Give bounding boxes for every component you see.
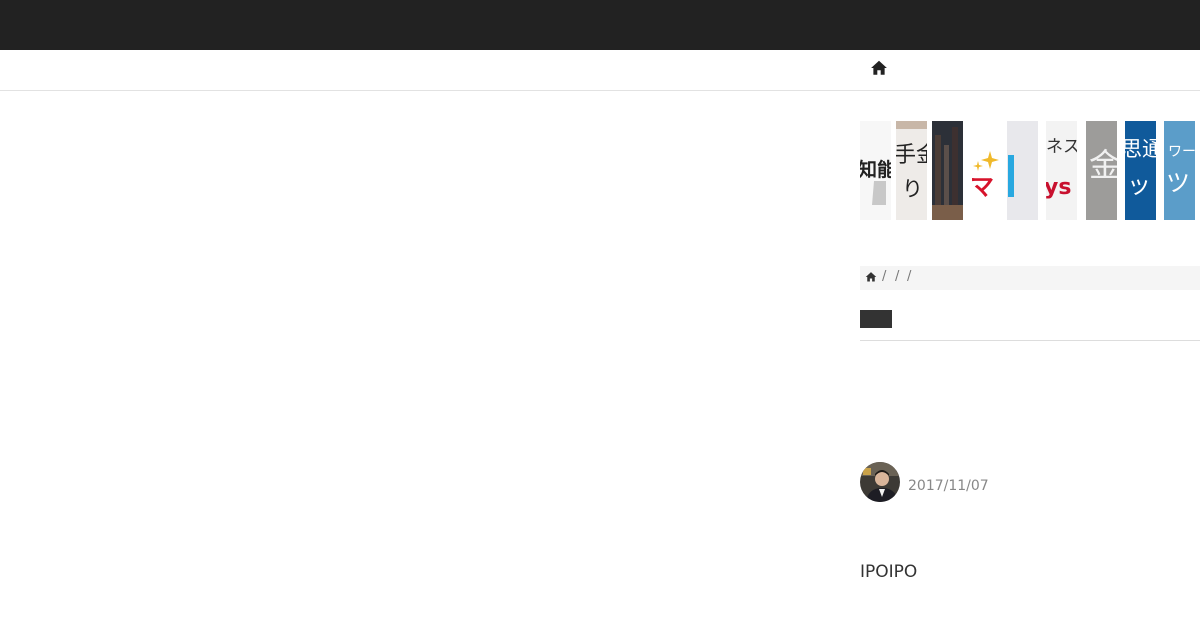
thumbnail-7[interactable]: 金 <box>1086 121 1117 220</box>
thumbnail-4[interactable]: マ <box>968 121 999 220</box>
thumbnail-1-text: 知能 <box>860 159 891 181</box>
breadcrumb-separator: / <box>882 269 887 284</box>
post-thumbnail-slider: 知能 手金 り マ ネス ys 金 思通 ッ ワー ツ <box>860 121 1200 220</box>
thumbnail-8-text: 思通 <box>1125 137 1156 161</box>
thumbnail-2-header <box>896 121 927 129</box>
thumbnail-9-text-2: ツ <box>1166 169 1190 197</box>
breadcrumb: / / / <box>860 266 1200 290</box>
category-badge[interactable] <box>860 310 892 328</box>
author-avatar[interactable] <box>860 462 900 502</box>
thumbnail-2-text-2: り <box>902 177 923 201</box>
sparkle-icon <box>973 151 999 171</box>
thumbnail-6-text-2: ys <box>1046 175 1072 200</box>
home-icon[interactable] <box>865 271 877 283</box>
thumbnail-2-text: 手金 <box>896 143 927 168</box>
home-icon[interactable] <box>870 59 888 77</box>
thumbnail-6-text: ネス <box>1046 137 1077 157</box>
thumbnail-8[interactable]: 思通 ッ <box>1125 121 1156 220</box>
thumbnail-2[interactable]: 手金 り <box>896 121 927 220</box>
thumbnail-4-text: マ <box>970 173 994 201</box>
thumbnail-7-text: 金 <box>1089 146 1117 184</box>
thumbnail-5-bar <box>1008 155 1014 197</box>
thumbnail-3[interactable] <box>932 121 963 220</box>
thumbnail-8-text-2: ッ <box>1127 171 1151 199</box>
breadcrumb-separator: / <box>895 269 900 284</box>
thumbnail-5[interactable] <box>1007 121 1038 220</box>
thumbnail-3-art <box>932 127 963 220</box>
title-divider <box>860 340 1200 341</box>
post-body-text: IPOIPO <box>860 562 918 582</box>
breadcrumb-separator: / <box>907 269 912 284</box>
thumbnail-1[interactable]: 知能 <box>860 121 891 220</box>
thumbnail-6[interactable]: ネス ys <box>1046 121 1077 220</box>
author-photo <box>860 462 900 502</box>
thumbnail-9[interactable]: ワー ツ <box>1164 121 1195 220</box>
top-bar <box>0 0 1200 50</box>
navbar <box>0 50 1200 91</box>
post-date: 2017/11/07 <box>908 478 989 494</box>
thumbnail-9-text: ワー <box>1168 144 1195 160</box>
